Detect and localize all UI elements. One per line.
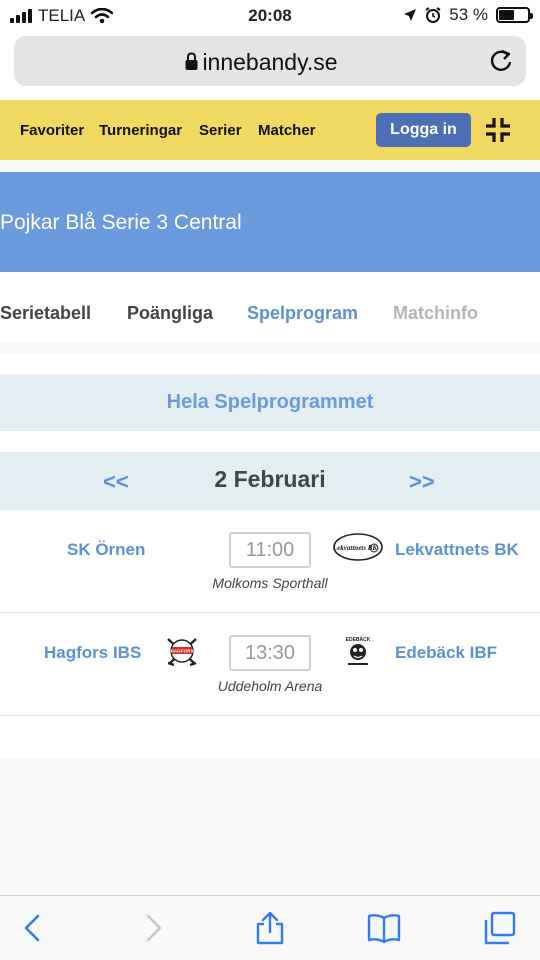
edeback-logo: EDEBÄCK <box>346 636 371 665</box>
address-bar[interactable]: innebandy.se <box>14 36 526 86</box>
battery-percent: 53 % <box>449 5 488 24</box>
next-date-link[interactable]: >> <box>409 469 435 495</box>
away-team[interactable]: Lekvattnets BK <box>395 540 519 560</box>
status-right: 53 % <box>403 5 533 25</box>
full-program-button[interactable]: Hela Spelprogrammet <box>0 374 540 431</box>
collapse-icon[interactable] <box>484 116 512 144</box>
back-icon[interactable] <box>16 910 52 946</box>
browser-address-area: innebandy.se <box>0 32 540 100</box>
home-team[interactable]: SK Örnen <box>67 540 145 560</box>
url-text: innebandy.se <box>202 49 338 75</box>
tab-spelprogram[interactable]: Spelprogram <box>247 303 358 324</box>
nav-favoriter[interactable]: Favoriter <box>20 122 84 139</box>
nav-matcher[interactable]: Matcher <box>258 122 316 139</box>
nav-serier[interactable]: Serier <box>199 122 242 139</box>
match-time: 11:00 <box>229 532 311 568</box>
location-arrow-icon <box>404 9 417 21</box>
edeback-logo-text: EDEBÄCK <box>346 636 371 643</box>
battery-fill <box>499 10 514 20</box>
status-bar: TELIA 20:08 53 % <box>0 0 540 32</box>
tab-matchinfo: Matchinfo <box>393 303 478 323</box>
reload-icon[interactable] <box>488 48 514 74</box>
schedule-content: Hela Spelprogrammet << 2 Februari >> SK … <box>0 354 540 758</box>
browser-toolbar <box>0 895 540 960</box>
date-navigator: << 2 Februari >> <box>0 452 540 510</box>
home-team[interactable]: Hagfors IBS <box>44 643 141 663</box>
battery-icon <box>496 7 533 23</box>
login-button[interactable]: Logga in <box>376 113 471 147</box>
match-row[interactable]: SK Örnen 11:00 Lekvattnets BK Lekvattnet… <box>0 510 540 613</box>
lekvattnets-logo: Lekvattnets BK <box>332 533 383 561</box>
match-venue: Uddeholm Arena <box>217 678 323 694</box>
share-icon[interactable] <box>252 910 288 946</box>
bookmarks-icon[interactable] <box>366 910 402 946</box>
full-program-label: Hela Spelprogrammet <box>166 391 374 413</box>
hagfors-logo: HAGFORS <box>167 638 197 667</box>
match-row[interactable]: Hagfors IBS HAGFORS 13:30 EDEBÄCK Edebäc… <box>0 613 540 716</box>
top-navigation: Favoriter Turneringar Serier Matcher Log… <box>0 100 540 160</box>
series-banner: Pojkar Blå Serie 3 Central <box>0 172 540 272</box>
hagfors-logo-text: HAGFORS <box>171 649 194 654</box>
away-team[interactable]: Edebäck IBF <box>395 643 497 663</box>
forward-icon <box>146 914 162 942</box>
tab-bar: Serietabell Poängliga Spelprogram Matchi… <box>0 272 540 342</box>
alarm-icon <box>425 7 441 23</box>
nav-turneringar[interactable]: Turneringar <box>99 122 182 139</box>
tabs-icon[interactable] <box>482 910 518 946</box>
tab-poangliga[interactable]: Poängliga <box>127 303 213 324</box>
tab-serietabell[interactable]: Serietabell <box>0 303 91 324</box>
match-time: 13:30 <box>229 635 311 671</box>
current-date: 2 Februari <box>214 466 326 492</box>
series-title: Pojkar Blå Serie 3 Central <box>0 211 242 234</box>
match-venue: Molkoms Sporthall <box>212 575 328 591</box>
